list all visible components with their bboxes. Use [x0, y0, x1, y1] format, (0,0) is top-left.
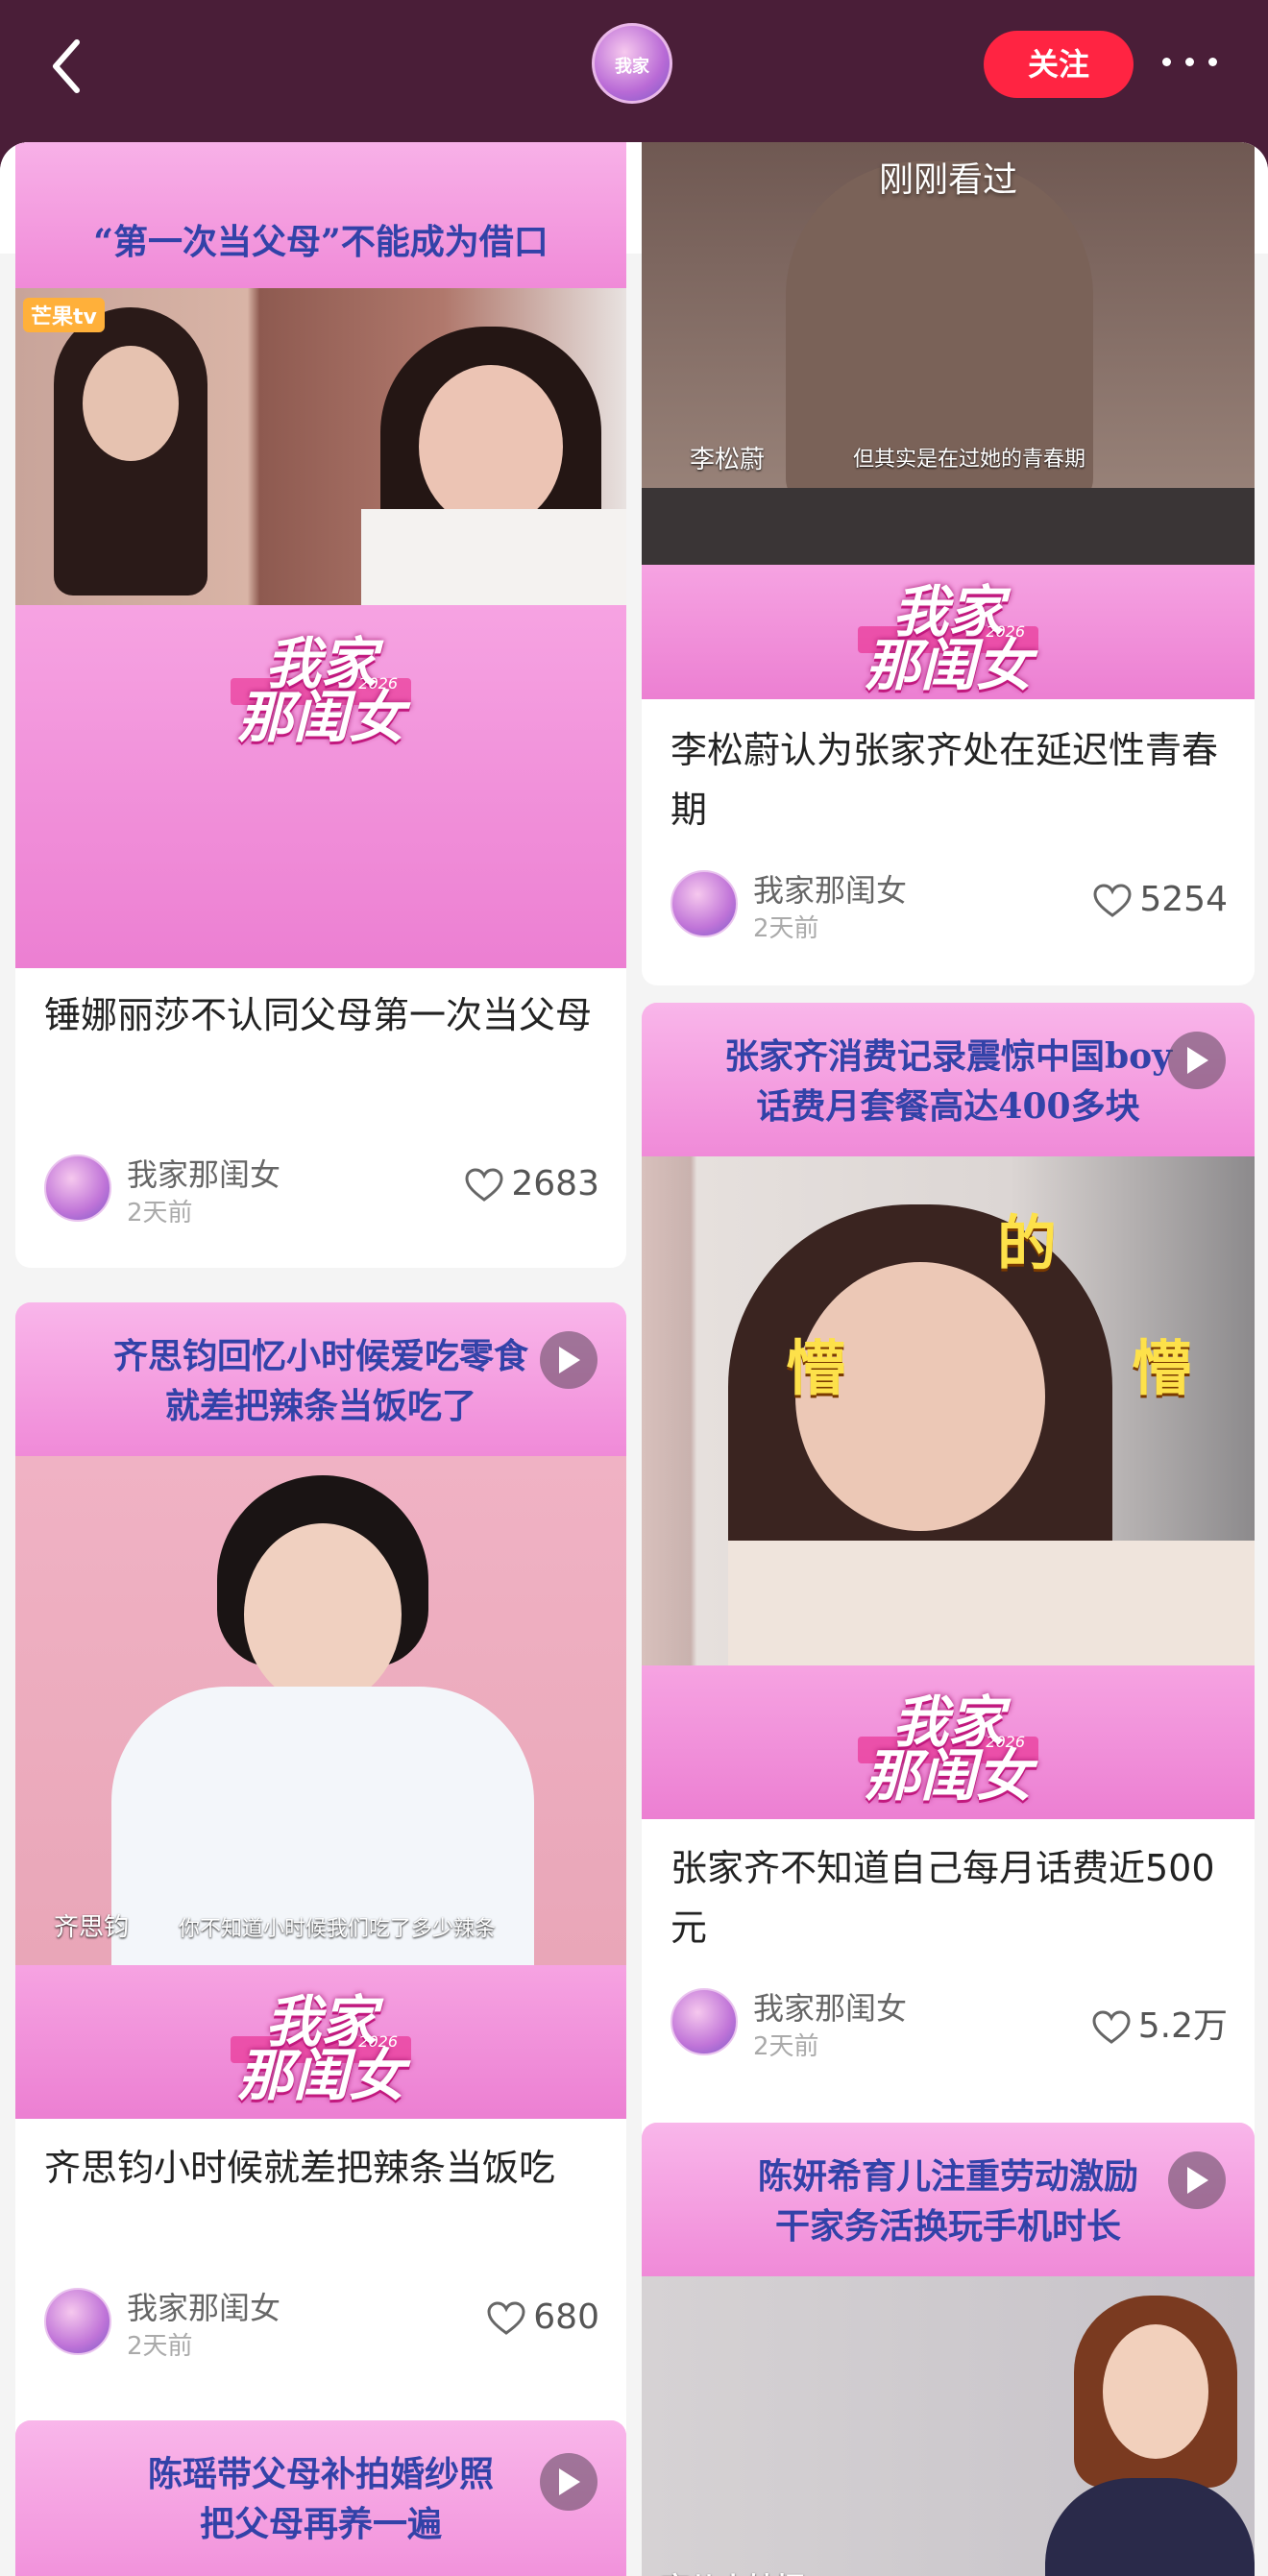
show-logo: 我家 那闺女 2026	[215, 619, 427, 750]
top-bar: 我家 关注	[0, 0, 1268, 144]
recently-viewed-label: 刚刚看过	[878, 160, 1017, 200]
post-time: 2天前	[127, 2332, 193, 2361]
note-title: 李松蔚认为张家齐处在延迟性青春期	[671, 729, 1219, 831]
content-sheet: 笔记 收藏 “第一次当父母”不能成为借口 芒果tv	[0, 142, 1268, 2576]
avatar[interactable]	[671, 1988, 738, 2055]
note-card[interactable]: “第一次当父母”不能成为借口 芒果tv 我家 那闺女 2026 锤娜丽莎不认同父…	[15, 142, 626, 1268]
cover-caption-line2: 话费月套餐高达400多块	[756, 1086, 1140, 1127]
note-card[interactable]: 齐思钧回忆小时候爱吃零食 就差把辣条当饭吃了 齐思钧 你不知道小时候我们吃了多少…	[15, 1302, 626, 2547]
note-cover: 陈妍希育儿注重劳动激励 干家务活换玩手机时长 育儿小妙招	[642, 2123, 1255, 2576]
play-icon	[1168, 1032, 1226, 1089]
play-icon	[540, 2453, 597, 2511]
follow-button[interactable]: 关注	[984, 31, 1134, 98]
cover-caption-line1: 陈妍希育儿注重劳动激励	[757, 2156, 1138, 2197]
show-logo: 我家 那闺女 2026	[215, 1977, 427, 2108]
like-button[interactable]: 680	[487, 2297, 599, 2337]
avatar-logo-text: 我家	[615, 57, 649, 77]
cover-caption-line2: 干家务活换玩手机时长	[774, 2206, 1121, 2247]
like-count: 5254	[1139, 880, 1228, 919]
note-cover: 齐思钧回忆小时候爱吃零食 就差把辣条当饭吃了 齐思钧 你不知道小时候我们吃了多少…	[15, 1302, 626, 2119]
more-options-icon[interactable]	[1162, 48, 1220, 77]
cover-caption-line1: 陈瑶带父母补拍婚纱照	[147, 2454, 494, 2494]
play-icon	[540, 1331, 597, 1389]
show-logo: 我家 那闺女 2026	[842, 567, 1054, 698]
sticker-char: 懵	[786, 1333, 846, 1403]
post-time: 2天前	[127, 1199, 193, 1227]
note-title: 齐思钧小时候就差把辣条当饭吃	[44, 2147, 556, 2189]
heart-icon	[465, 1168, 503, 1202]
avatar[interactable]	[44, 1154, 111, 1222]
note-cover: “第一次当父母”不能成为借口 芒果tv 我家 那闺女 2026	[15, 142, 626, 968]
author-name[interactable]: 我家那闺女	[753, 866, 907, 911]
post-time: 2天前	[753, 2032, 819, 2061]
author-name[interactable]: 我家那闺女	[753, 1984, 907, 2029]
sticker-char: 的	[997, 1208, 1058, 1278]
cover-caption: “第一次当父母”不能成为借口	[93, 222, 549, 262]
brand-tag: 芒果tv	[23, 298, 105, 332]
like-count: 2683	[511, 1164, 599, 1203]
heart-icon	[1093, 884, 1132, 917]
cover-caption-line2: 就差把辣条当饭吃了	[164, 1386, 476, 1426]
note-title: 张家齐不知道自己每月话费近500元	[671, 1847, 1215, 1949]
like-button[interactable]: 5254	[1093, 880, 1228, 919]
note-card[interactable]: 刚刚看过 李松蔚 但其实是在过她的青春期 我家 那闺女 2026 李松蔚认为张家…	[642, 142, 1255, 985]
cover-caption-line2: 把父母再养一遍	[199, 2504, 442, 2544]
note-card[interactable]: 陈瑶带父母补拍婚纱照 把父母再养一遍	[15, 2420, 626, 2576]
subtitle-text: 你不知道小时候我们吃了多少辣条	[179, 1917, 497, 1941]
cover-caption-line1: 齐思钧回忆小时候爱吃零食	[112, 1336, 528, 1376]
note-cover: 刚刚看过 李松蔚 但其实是在过她的青春期 我家 那闺女 2026	[642, 142, 1255, 699]
cover-caption-line1: 张家齐消费记录震惊中国boy	[723, 1036, 1173, 1077]
note-card[interactable]: 张家齐消费记录震惊中国boy 话费月套餐高达400多块 的 懵 懵 我家 那闺女…	[642, 1003, 1255, 2248]
subtitle-text: 但其实是在过她的青春期	[853, 448, 1086, 472]
show-logo: 我家 那闺女 2026	[842, 1677, 1054, 1809]
author-name[interactable]: 我家那闺女	[127, 2284, 280, 2328]
avatar[interactable]	[44, 2288, 111, 2355]
back-arrow-icon[interactable]	[44, 33, 92, 100]
subtitle-name: 李松蔚	[690, 446, 766, 474]
profile-avatar[interactable]: 我家	[592, 23, 672, 104]
heart-icon	[487, 2301, 525, 2335]
like-button[interactable]: 2683	[465, 1164, 599, 1203]
like-button[interactable]: 5.2万	[1092, 1998, 1228, 2048]
avatar[interactable]	[671, 870, 738, 937]
author-name[interactable]: 我家那闺女	[127, 1151, 280, 1195]
subtitle-text: 育儿小妙招	[661, 2564, 805, 2576]
note-card[interactable]: 陈妍希育儿注重劳动激励 干家务活换玩手机时长 育儿小妙招	[642, 2123, 1255, 2576]
like-count: 680	[533, 2297, 599, 2337]
heart-icon	[1092, 2010, 1131, 2044]
subtitle-name: 齐思钧	[54, 1913, 130, 1942]
post-time: 2天前	[753, 914, 819, 943]
note-title: 锤娜丽莎不认同父母第一次当父母	[44, 994, 593, 1036]
note-cover: 陈瑶带父母补拍婚纱照 把父母再养一遍	[15, 2420, 626, 2576]
sticker-char: 懵	[1132, 1333, 1192, 1403]
note-cover: 张家齐消费记录震惊中国boy 话费月套餐高达400多块 的 懵 懵 我家 那闺女…	[642, 1003, 1255, 1819]
play-icon	[1168, 2151, 1226, 2209]
like-count: 5.2万	[1137, 2006, 1228, 2046]
